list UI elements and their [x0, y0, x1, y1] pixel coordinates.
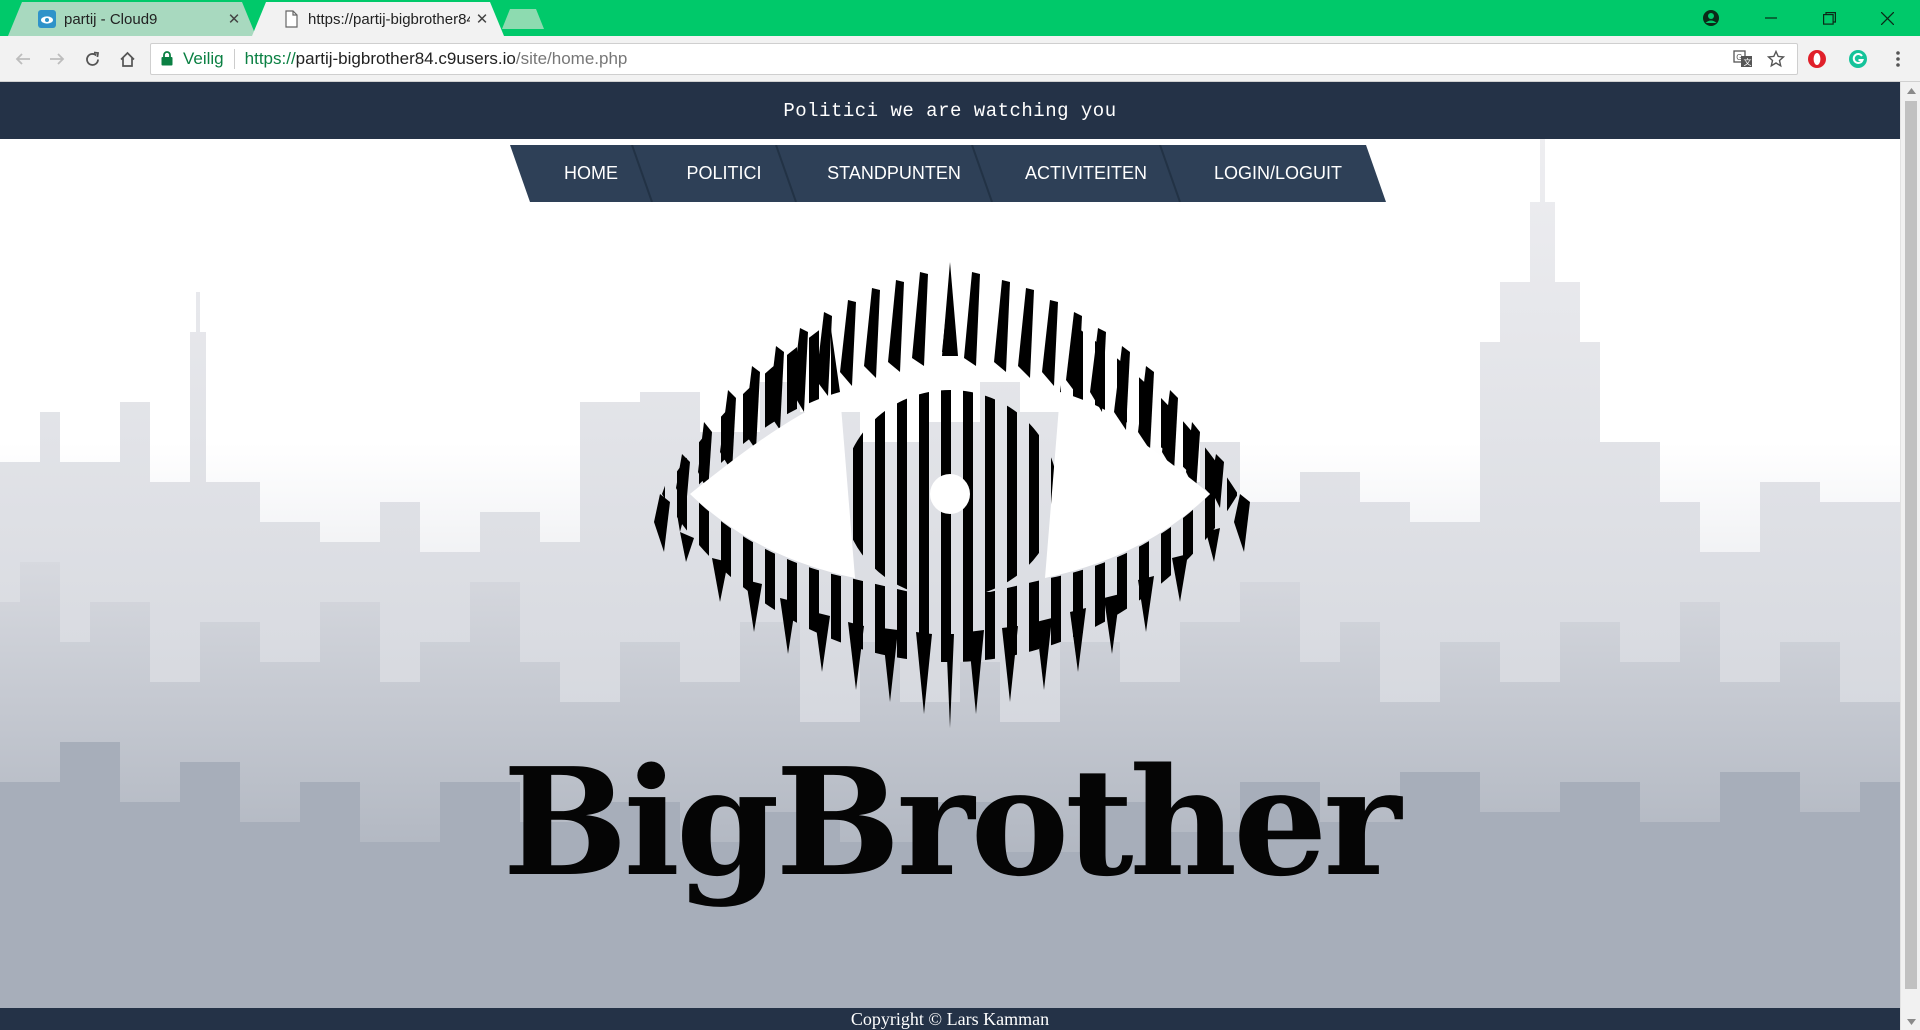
svg-text:文: 文 — [1744, 57, 1752, 67]
url-scheme: https:// — [244, 49, 296, 68]
brand-wordmark: BigBrother — [502, 735, 1402, 909]
nav-politici[interactable]: POLITICI — [652, 145, 796, 202]
address-bar[interactable]: Veilig https:// partij-bigbrother84.c9us… — [150, 43, 1798, 75]
url-host: partij-bigbrother84.c9users.io — [295, 49, 516, 68]
translate-icon[interactable]: G文 — [1733, 44, 1753, 74]
grammarly-extension-icon[interactable] — [1846, 47, 1870, 71]
new-tab-button[interactable] — [502, 9, 544, 29]
nav-home[interactable]: HOME — [530, 145, 652, 202]
menu-kebab-icon[interactable] — [1886, 47, 1910, 71]
nav-login-loguit[interactable]: LOGIN/LOGUIT — [1180, 145, 1376, 202]
back-icon[interactable] — [11, 47, 35, 71]
tab-close-icon[interactable]: ✕ — [226, 11, 242, 28]
page-viewport: Politici we are watching you HOME POLITI… — [0, 82, 1900, 1030]
page-icon — [282, 10, 300, 28]
tab-cloud9[interactable]: partij - Cloud9 ✕ — [8, 2, 256, 36]
tab-close-icon[interactable]: ✕ — [474, 11, 490, 28]
nav-standpunten[interactable]: STANDPUNTEN — [796, 145, 992, 202]
site-footer: Copyright © Lars Kamman — [0, 1008, 1900, 1030]
scroll-up-icon[interactable] — [1901, 82, 1920, 99]
main-nav: HOME POLITICI STANDPUNTEN ACTIVITEITEN L… — [510, 145, 1386, 202]
restore-icon[interactable] — [1804, 0, 1854, 36]
home-icon[interactable] — [115, 47, 139, 71]
opera-extension-icon[interactable] — [1805, 47, 1829, 71]
tab-title: partij - Cloud9 — [64, 10, 158, 28]
lock-icon — [161, 51, 175, 67]
bigbrother-eye-logo — [654, 262, 1250, 728]
address-separator — [233, 49, 235, 69]
bookmark-star-icon[interactable] — [1767, 44, 1785, 74]
close-window-icon[interactable] — [1862, 0, 1912, 36]
browser-toolbar: Veilig https:// partij-bigbrother84.c9us… — [0, 36, 1920, 82]
tab-title: https://partij-bigbrother84.c9users.io/s… — [308, 10, 470, 28]
reload-icon[interactable] — [80, 47, 104, 71]
page-scrollbar[interactable] — [1900, 82, 1920, 1030]
site-header: Politici we are watching you — [0, 82, 1900, 139]
minimize-icon[interactable] — [1746, 0, 1796, 36]
browser-tabstrip: partij - Cloud9 ✕ https://partij-bigbrot… — [0, 0, 1920, 36]
scroll-down-icon[interactable] — [1901, 1013, 1920, 1030]
tab-bigbrother[interactable]: https://partij-bigbrother84.c9users.io/s… — [252, 2, 504, 36]
secure-label: Veilig — [183, 49, 224, 68]
url-path: /site/home.php — [515, 49, 628, 68]
scroll-thumb[interactable] — [1905, 101, 1917, 989]
cloud9-icon — [38, 10, 56, 28]
nav-activiteiten[interactable]: ACTIVITEITEN — [992, 145, 1180, 202]
forward-icon[interactable] — [45, 47, 69, 71]
svg-text:G: G — [1736, 53, 1742, 62]
profile-icon[interactable] — [1686, 0, 1736, 36]
